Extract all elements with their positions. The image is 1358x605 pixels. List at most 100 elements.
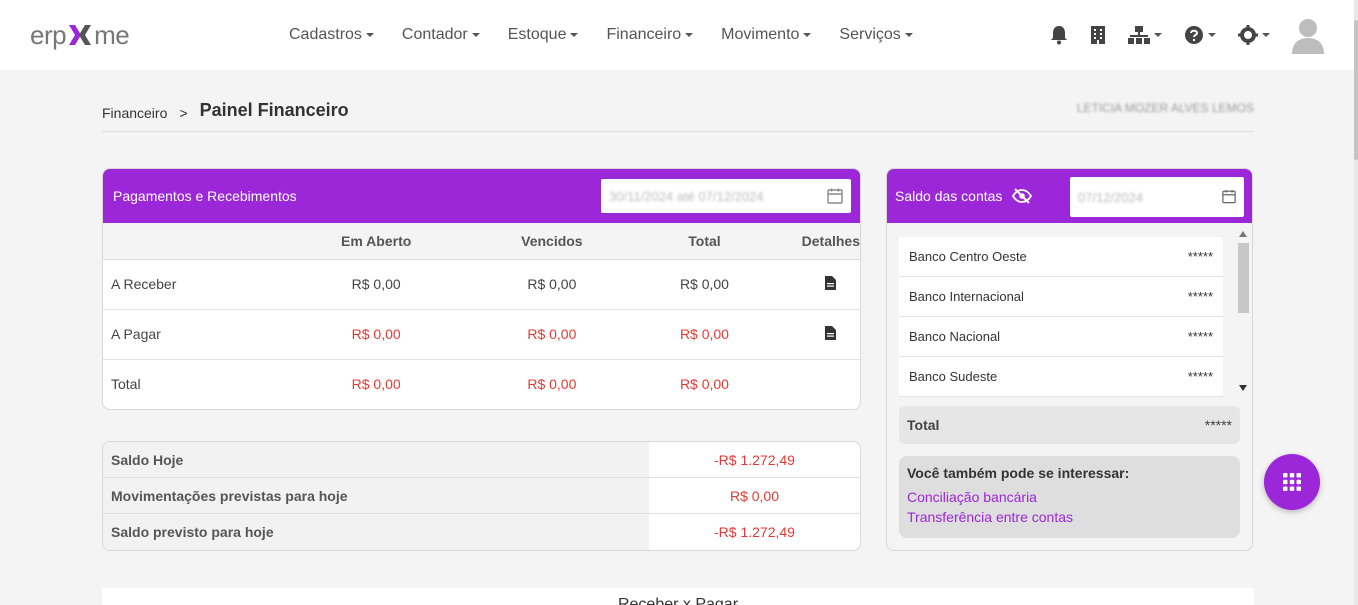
row-label: A Pagar xyxy=(103,309,256,360)
caret-down-icon xyxy=(365,33,374,37)
account-name: Banco Centro Oeste xyxy=(909,249,1027,264)
logo-right-text: me xyxy=(94,19,130,50)
menu-label: Estoque xyxy=(507,26,567,43)
cell-total: R$ 0,00 xyxy=(679,376,729,393)
details-cell xyxy=(801,259,860,310)
col-header-details: Detalhes xyxy=(801,223,860,260)
account-value: ***** xyxy=(1187,249,1213,264)
list-item[interactable]: Banco Sudeste ***** xyxy=(899,357,1223,397)
menu-label: Financeiro xyxy=(606,26,682,43)
cell-overdue: R$ 0,00 xyxy=(496,259,608,310)
accounts-title: Saldo das contas xyxy=(895,188,1003,204)
accounts-header: Saldo das contas 07/12/2024 xyxy=(887,169,1252,223)
total-value: ***** xyxy=(1204,417,1232,433)
balance-value: R$ 0,00 xyxy=(729,487,780,504)
details-cell xyxy=(801,309,860,360)
col-header-total: Total xyxy=(607,223,802,260)
user-name: LETICIA MOZER ALVES LEMOS xyxy=(1076,101,1254,115)
logo-mark-icon xyxy=(67,23,93,47)
menu-contador[interactable]: Contador xyxy=(402,26,480,44)
table-row: Total R$ 0,00 R$ 0,00 R$ 0,00 xyxy=(103,359,860,409)
menu-servicos[interactable]: Serviços xyxy=(839,26,913,44)
accounts-list: Banco Centro Oeste ***** Banco Internacio… xyxy=(899,237,1223,397)
col-header-open: Em Aberto xyxy=(255,223,497,260)
help-icon[interactable] xyxy=(1184,25,1216,45)
chart-title: Receber x Pagar xyxy=(617,596,739,605)
building-icon[interactable] xyxy=(1090,25,1106,45)
logo[interactable]: erp me xyxy=(30,19,130,50)
accounts-card: Saldo das contas 07/12/2024 Banco Centro… xyxy=(886,168,1253,551)
breadcrumb-parent[interactable]: Financeiro xyxy=(102,105,167,121)
bell-icon[interactable] xyxy=(1050,25,1068,45)
date-input[interactable]: 07/12/2024 xyxy=(1070,177,1244,217)
caret-down-icon xyxy=(471,33,480,37)
eye-off-icon[interactable] xyxy=(1012,188,1033,204)
details-cell xyxy=(802,359,860,409)
payments-card: Pagamentos e Recebimentos 30/11/2024 até… xyxy=(102,168,861,410)
list-item[interactable]: Banco Nacional ***** xyxy=(899,317,1223,357)
accounts-scrollbar[interactable] xyxy=(1236,229,1249,394)
top-navbar: erp me Cadastros Contador Estoque Financ… xyxy=(0,0,1354,70)
page-title: Painel Financeiro xyxy=(199,100,349,120)
total-label: Total xyxy=(907,417,940,433)
table-row: A Pagar R$ 0,00 R$ 0,00 R$ 0,00 xyxy=(103,309,860,360)
menu-label: Serviços xyxy=(839,26,901,43)
account-name: Banco Sudeste xyxy=(909,369,998,384)
col-header-overdue: Vencidos xyxy=(496,223,608,260)
balance-label: Saldo previsto para hoje xyxy=(103,514,649,550)
date-value: 07/12/2024 xyxy=(1078,189,1144,205)
row-label: Total xyxy=(111,376,141,393)
grid-icon xyxy=(1283,473,1301,491)
apps-menu-button[interactable] xyxy=(1264,454,1320,510)
table-header-row: Em Aberto Vencidos Total Detalhes xyxy=(103,223,860,260)
scrollbar-thumb[interactable] xyxy=(1354,20,1358,160)
network-icon[interactable] xyxy=(1128,25,1162,45)
scroll-down-icon[interactable] xyxy=(1239,385,1247,391)
interest-title: Você também pode se interessar: xyxy=(907,465,1130,481)
cell-open: R$ 0,00 xyxy=(255,309,497,360)
account-name: Banco Nacional xyxy=(909,329,1001,344)
cell-total: R$ 0,00 xyxy=(607,259,802,310)
scroll-up-icon[interactable] xyxy=(1239,231,1247,237)
toolbar-icons xyxy=(1028,0,1324,70)
link-account-transfer[interactable]: Transferência entre contas xyxy=(907,509,1232,525)
menu-cadastros[interactable]: Cadastros xyxy=(289,26,374,44)
list-item[interactable]: Banco Centro Oeste ***** xyxy=(899,237,1223,277)
list-item[interactable]: Banco Internacional ***** xyxy=(899,277,1223,317)
calendar-icon[interactable] xyxy=(1222,189,1236,207)
breadcrumb: Financeiro > Painel Financeiro LETICIA M… xyxy=(102,100,1254,132)
list-item: Saldo previsto para hoje -R$ 1.272,49 xyxy=(103,514,860,550)
account-value: ***** xyxy=(1187,329,1213,344)
list-item: Saldo Hoje -R$ 1.272,49 xyxy=(103,442,860,478)
balance-value: -R$ 1.272,49 xyxy=(714,524,795,540)
menu-estoque[interactable]: Estoque xyxy=(508,26,579,44)
interest-box: Você também pode se interessar: Concilia… xyxy=(899,456,1240,538)
breadcrumb-separator: > xyxy=(179,105,188,121)
list-item: Movimentações previstas para hoje R$ 0,0… xyxy=(103,478,860,514)
avatar[interactable] xyxy=(1292,16,1324,54)
date-range-input[interactable]: 30/11/2024 até 07/12/2024 xyxy=(601,179,851,213)
cell-total: R$ 0,00 xyxy=(607,309,802,360)
caret-down-icon xyxy=(1154,33,1162,37)
menu-financeiro[interactable]: Financeiro xyxy=(606,26,694,44)
caret-down-icon xyxy=(685,33,694,37)
menu-movimento[interactable]: Movimento xyxy=(721,26,812,44)
logo-left-text: erp xyxy=(30,19,67,50)
document-icon[interactable] xyxy=(825,325,837,343)
date-range-value: 30/11/2024 até 07/12/2024 xyxy=(609,188,764,204)
document-icon[interactable] xyxy=(825,275,837,293)
cell-open: R$ 0,00 xyxy=(351,376,401,393)
cell-overdue: R$ 0,00 xyxy=(527,376,577,393)
calendar-icon[interactable] xyxy=(827,188,843,207)
caret-down-icon xyxy=(904,33,913,37)
payments-header: Pagamentos e Recebimentos 30/11/2024 até… xyxy=(103,169,860,223)
page-scrollbar[interactable] xyxy=(1354,0,1358,605)
link-bank-reconciliation[interactable]: Conciliação bancária xyxy=(907,489,1232,505)
gear-icon[interactable] xyxy=(1238,25,1270,45)
cell-overdue: R$ 0,00 xyxy=(496,309,608,360)
cell-open: R$ 0,00 xyxy=(255,259,497,310)
scrollbar-thumb[interactable] xyxy=(1238,243,1249,313)
row-label: A Receber xyxy=(103,259,256,310)
payments-table: Em Aberto Vencidos Total Detalhes A Rece… xyxy=(103,223,860,409)
menu-label: Contador xyxy=(401,26,468,43)
